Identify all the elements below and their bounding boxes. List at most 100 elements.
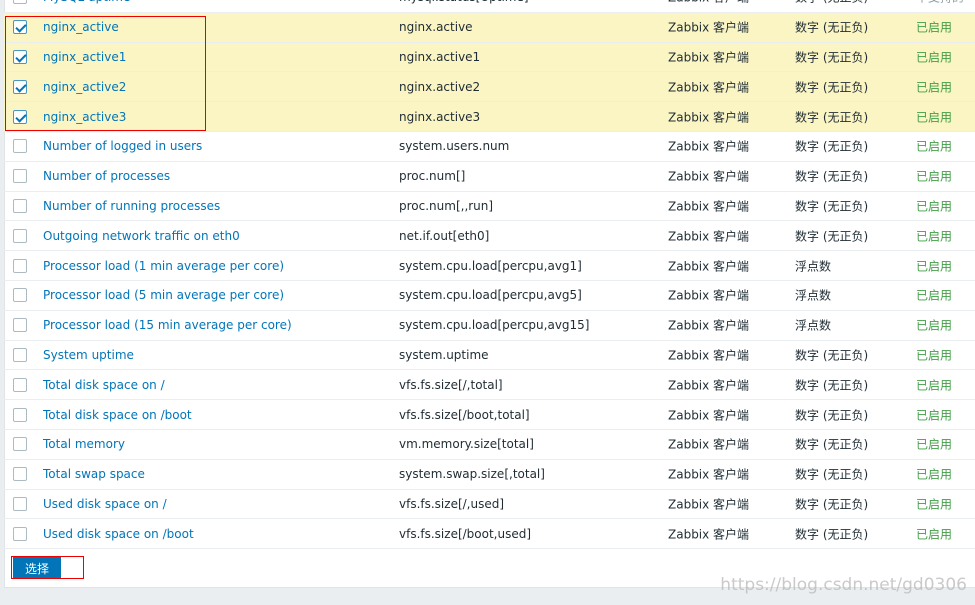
- item-status-link[interactable]: 已启用: [916, 317, 952, 334]
- item-name-link[interactable]: MySQL uptime: [43, 0, 130, 4]
- row-checkbox[interactable]: [13, 437, 27, 452]
- item-status-link[interactable]: 已启用: [916, 495, 952, 512]
- item-name-link[interactable]: Processor load (5 min average per core): [43, 288, 284, 302]
- button-highlight-box: [11, 556, 84, 579]
- table-row: Used disk space on / vfs.fs.size[/,used]…: [4, 490, 975, 520]
- item-key: nginx.active3: [399, 109, 481, 124]
- item-name-link[interactable]: Used disk space on /boot: [43, 527, 194, 541]
- item-name-link[interactable]: Number of processes: [43, 169, 170, 183]
- item-status-link[interactable]: 已启用: [916, 466, 952, 483]
- item-key: net.if.out[eth0]: [399, 228, 490, 243]
- row-checkbox[interactable]: [13, 139, 27, 154]
- item-name-link[interactable]: Total disk space on /boot: [43, 408, 192, 422]
- row-checkbox[interactable]: [13, 169, 27, 184]
- item-type: Zabbix 客户端: [668, 80, 750, 95]
- item-info-type: 数字 (无正负): [795, 0, 868, 6]
- item-type: Zabbix 客户端: [668, 497, 750, 512]
- item-type: Zabbix 客户端: [668, 527, 750, 542]
- row-checkbox[interactable]: [13, 288, 27, 303]
- item-key: vfs.fs.size[/boot,used]: [399, 526, 532, 541]
- table-row: Number of running processes proc.num[,,r…: [4, 192, 975, 222]
- item-status-link[interactable]: 已启用: [916, 138, 952, 155]
- item-info-type: 数字 (无正负): [795, 20, 869, 35]
- item-info-type: 数字 (无正负): [795, 50, 869, 65]
- selection-highlight-box: [5, 16, 206, 131]
- item-type: Zabbix 客户端: [668, 50, 750, 65]
- item-info-type: 数字 (无正负): [795, 378, 869, 393]
- item-status-link[interactable]: 已启用: [916, 48, 952, 65]
- item-info-type: 数字 (无正负): [795, 229, 869, 244]
- item-type: Zabbix 客户端: [668, 199, 750, 214]
- item-type: Zabbix 客户端: [668, 139, 750, 154]
- item-key: system.users.num: [399, 139, 510, 154]
- item-status-link[interactable]: 已启用: [916, 436, 952, 453]
- item-type: Zabbix 客户端: [668, 288, 750, 303]
- item-status-link[interactable]: 不支持的: [916, 0, 964, 6]
- item-status-link[interactable]: 已启用: [916, 227, 952, 244]
- item-key: system.cpu.load[percpu,avg5]: [399, 288, 582, 303]
- table-row: Processor load (15 min average per core)…: [4, 311, 975, 341]
- item-type: Zabbix 客户端: [668, 348, 750, 363]
- item-name-link[interactable]: Outgoing network traffic on eth0: [43, 229, 240, 243]
- row-checkbox[interactable]: [13, 347, 27, 362]
- item-name-link[interactable]: Number of logged in users: [43, 139, 202, 153]
- item-info-type: 数字 (无正负): [795, 527, 869, 542]
- item-name-link[interactable]: System uptime: [43, 348, 134, 362]
- item-type: Zabbix 客户端: [668, 229, 750, 244]
- item-info-type: 数字 (无正负): [795, 408, 869, 423]
- item-info-type: 数字 (无正负): [795, 169, 869, 184]
- item-key: nginx.active2: [399, 79, 481, 94]
- table-row: Total swap space system.swap.size[,total…: [4, 460, 975, 490]
- item-status-link[interactable]: 已启用: [916, 346, 952, 363]
- table-row: Number of logged in users system.users.n…: [4, 132, 975, 162]
- item-info-type: 浮点数: [795, 259, 832, 274]
- table-row: Processor load (1 min average per core) …: [4, 251, 975, 281]
- table-row: Total disk space on / vfs.fs.size[/,tota…: [4, 370, 975, 401]
- item-status-link[interactable]: 已启用: [916, 197, 952, 214]
- item-status-link[interactable]: 已启用: [916, 78, 952, 95]
- item-status-link[interactable]: 已启用: [916, 168, 952, 185]
- row-checkbox[interactable]: [13, 0, 27, 5]
- row-checkbox[interactable]: [13, 467, 27, 482]
- row-checkbox[interactable]: [13, 228, 27, 243]
- item-name-link[interactable]: Total memory: [43, 437, 125, 451]
- row-checkbox[interactable]: [13, 318, 27, 333]
- item-info-type: 数字 (无正负): [795, 497, 869, 512]
- item-type: Zabbix 客户端: [668, 467, 750, 482]
- item-info-type: 浮点数: [795, 318, 832, 333]
- item-info-type: 数字 (无正负): [795, 199, 869, 214]
- item-key: mysql.status[Uptime]: [399, 0, 529, 4]
- item-status-link[interactable]: 已启用: [916, 257, 952, 274]
- item-type: Zabbix 客户端: [668, 378, 750, 393]
- row-checkbox[interactable]: [13, 198, 27, 213]
- item-status-link[interactable]: 已启用: [916, 525, 952, 542]
- item-name-link[interactable]: Processor load (1 min average per core): [43, 259, 284, 273]
- item-status-link[interactable]: 已启用: [916, 376, 952, 393]
- item-key: system.uptime: [399, 347, 489, 362]
- item-name-link[interactable]: Total disk space on /: [43, 378, 165, 392]
- watermark: https://blog.csdn.net/gd0306: [720, 575, 967, 595]
- item-name-link[interactable]: Processor load (15 min average per core): [43, 318, 292, 332]
- item-status-link[interactable]: 已启用: [916, 406, 952, 423]
- row-checkbox[interactable]: [13, 407, 27, 422]
- item-key: system.swap.size[,total]: [399, 467, 545, 482]
- table-row: System uptime system.uptime Zabbix 客户端 数…: [4, 341, 975, 371]
- item-info-type: 浮点数: [795, 288, 832, 303]
- item-type: Zabbix 客户端: [668, 408, 750, 423]
- item-status-link[interactable]: 已启用: [916, 108, 952, 125]
- item-status-link[interactable]: 已启用: [916, 19, 952, 36]
- row-checkbox[interactable]: [13, 526, 27, 541]
- item-name-link[interactable]: Total swap space: [43, 467, 145, 481]
- item-status-link[interactable]: 已启用: [916, 287, 952, 304]
- item-name-link[interactable]: Used disk space on /: [43, 497, 167, 511]
- item-key: vfs.fs.size[/boot,total]: [399, 407, 530, 422]
- row-checkbox[interactable]: [13, 258, 27, 273]
- item-type: Zabbix 客户端: [668, 110, 750, 125]
- item-info-type: 数字 (无正负): [795, 80, 869, 95]
- item-name-link[interactable]: Number of running processes: [43, 199, 220, 213]
- item-info-type: 数字 (无正负): [795, 348, 869, 363]
- row-checkbox[interactable]: [13, 496, 27, 511]
- item-key: proc.num[,,run]: [399, 198, 494, 213]
- row-checkbox[interactable]: [13, 377, 27, 392]
- table-row: Number of processes proc.num[] Zabbix 客户…: [4, 162, 975, 192]
